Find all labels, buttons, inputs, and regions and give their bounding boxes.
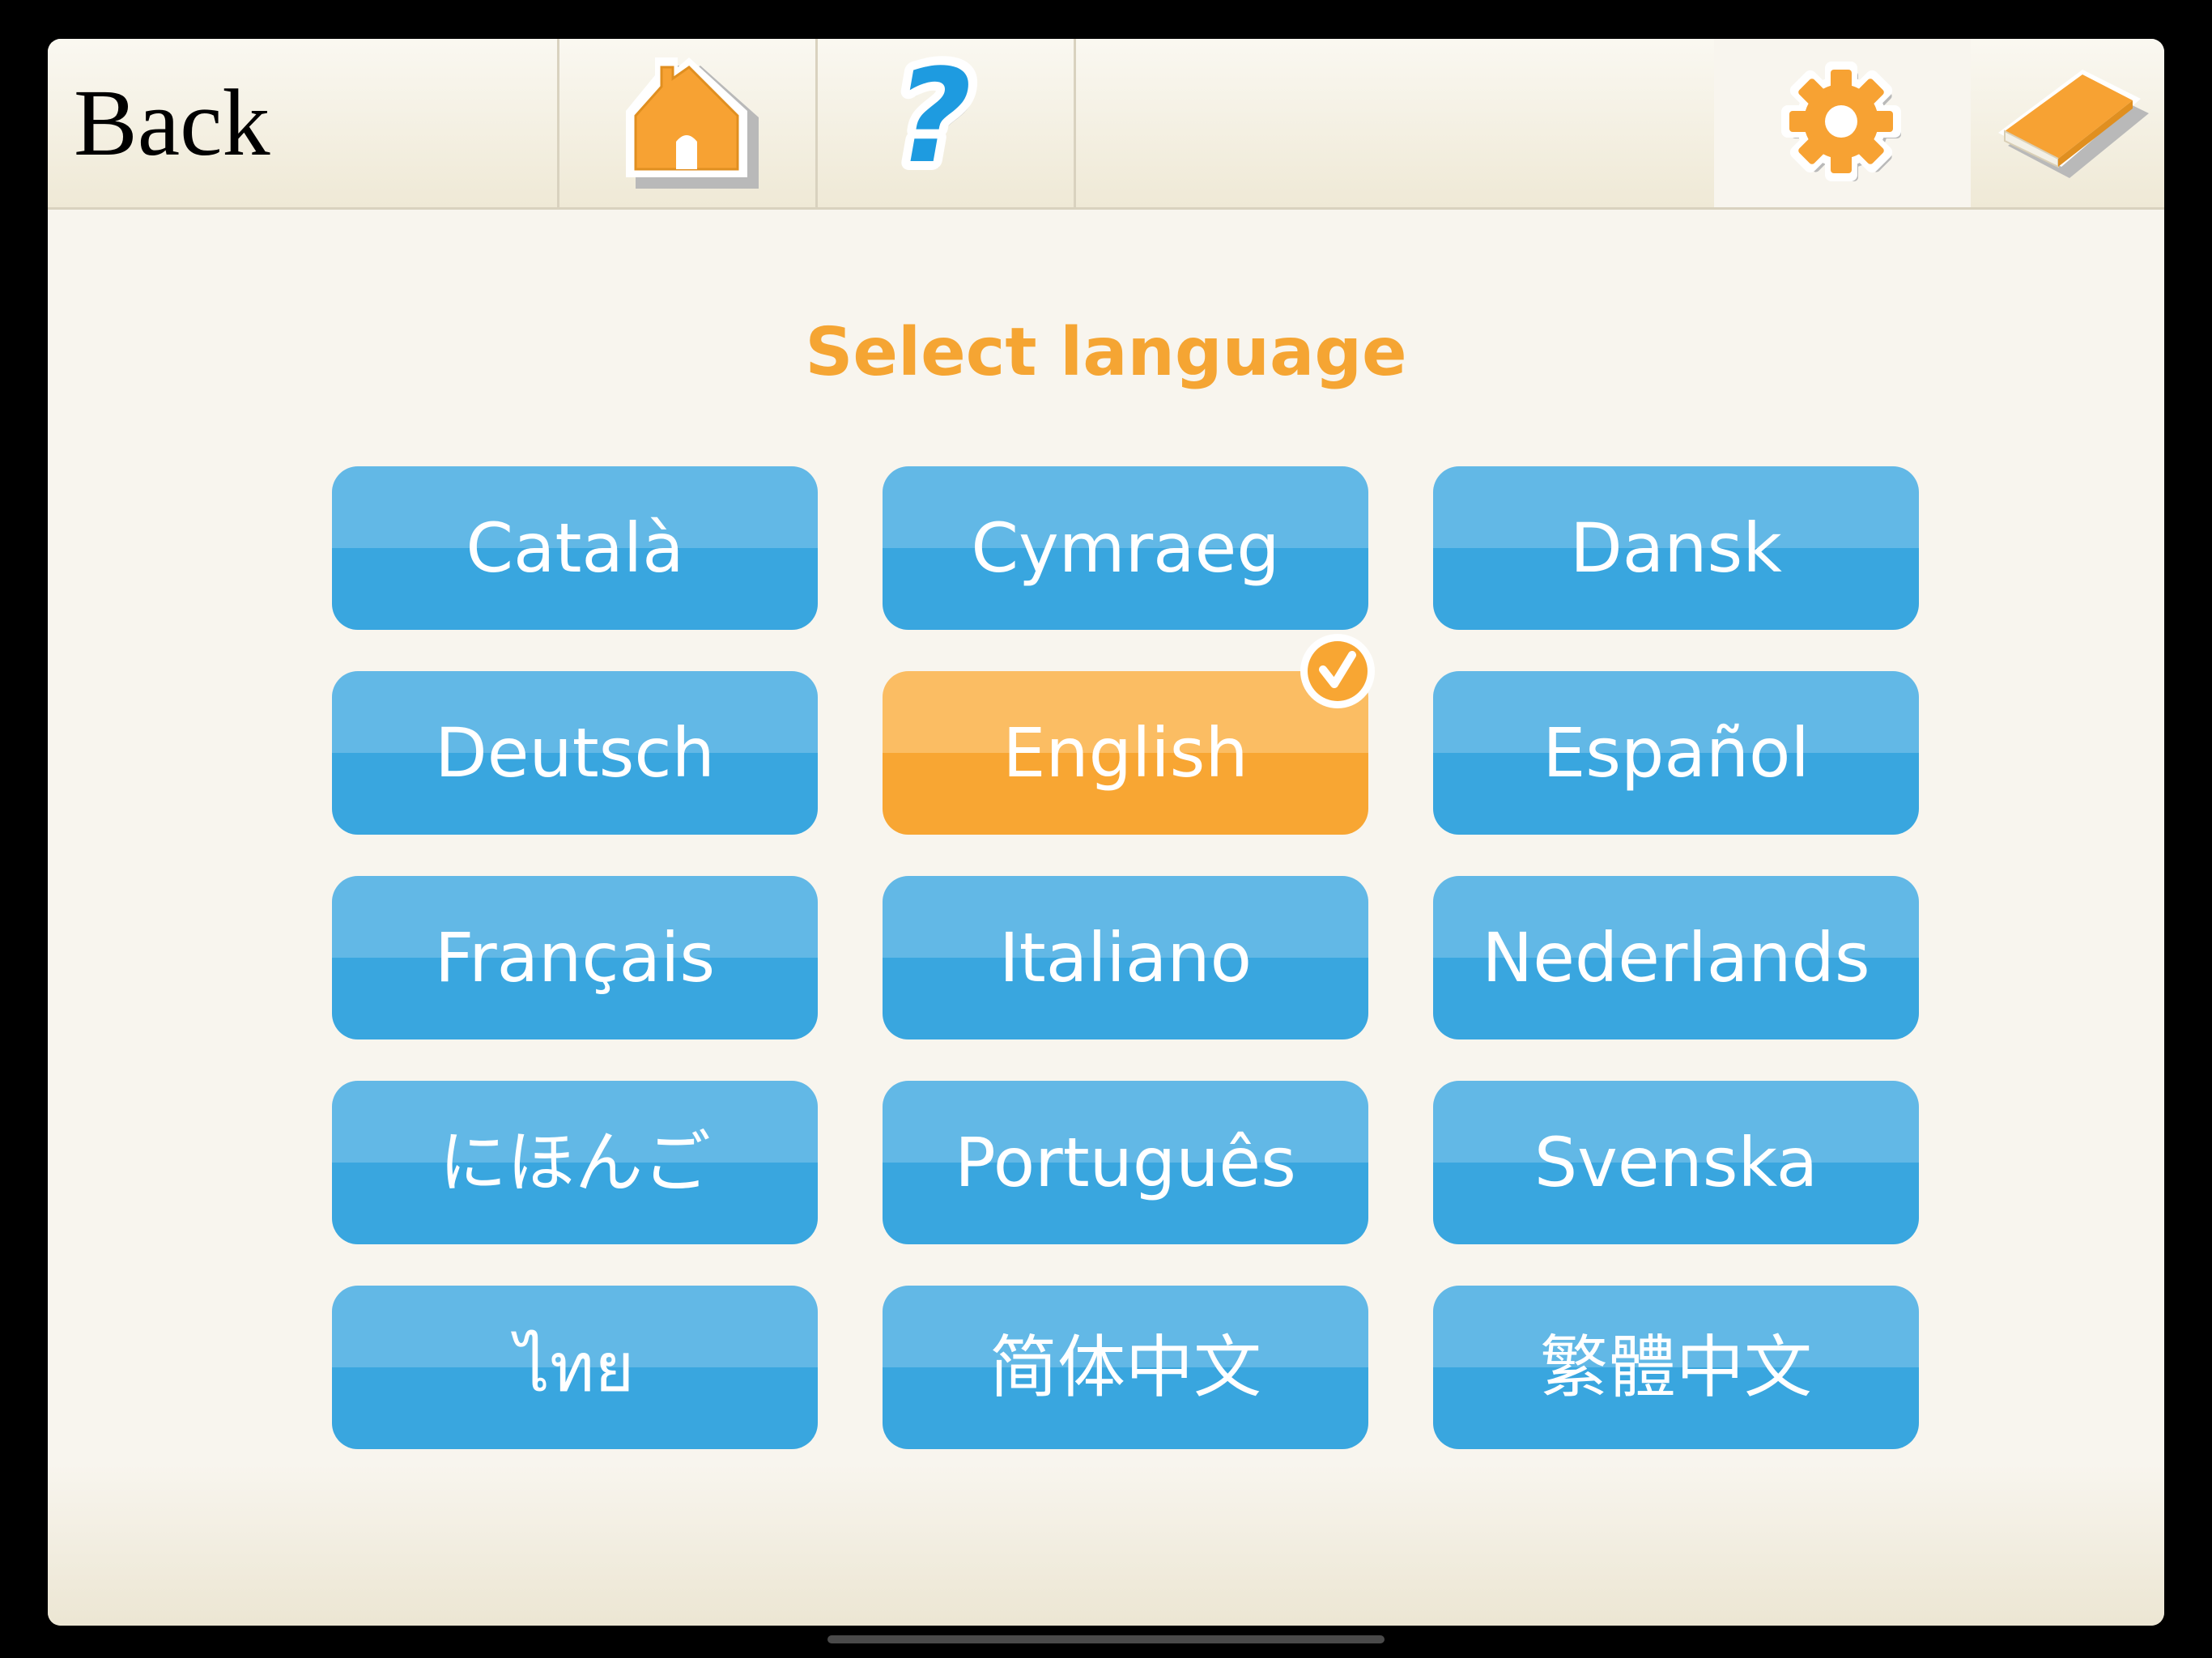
home-button[interactable] [559,39,818,207]
language-button[interactable]: Català [332,466,818,630]
language-button[interactable]: Français [332,876,818,1039]
language-button-label: Português [955,1123,1296,1202]
home-indicator[interactable] [827,1635,1385,1643]
page-title: Select language [805,314,1407,391]
language-button[interactable]: Italiano [883,876,1368,1039]
back-button-label: Back [74,70,270,176]
language-button[interactable]: Português [883,1081,1368,1244]
device-frame: Back ? ? ? Select language Català Cymrae… [0,0,2212,1658]
language-button[interactable]: Deutsch [332,671,818,835]
language-button[interactable]: 简体中文 [883,1286,1368,1449]
language-button-label: ไทย [515,1328,635,1407]
app-screen: Back ? ? ? Select language Català Cymrae… [48,39,2164,1626]
home-icon [626,57,759,189]
checkmark-icon [1300,634,1375,708]
top-toolbar: Back ? ? ? [48,39,2164,210]
bottom-shadow [48,1464,2164,1626]
book-button[interactable] [1971,39,2164,207]
language-button-label: Català [466,508,684,588]
language-button-label: Français [434,918,716,997]
svg-text:?: ? [885,54,985,192]
help-button[interactable]: ? ? ? [818,39,1076,207]
help-icon: ? ? ? [885,54,993,192]
language-grid: Català Cymraeg Dansk Deutsch English Español F… [332,466,1920,1449]
language-button-label: Deutsch [435,713,715,793]
language-button-label: English [1002,713,1249,793]
language-button[interactable]: Dansk [1433,466,1919,630]
language-button-label: Dansk [1570,508,1782,588]
book-icon [1997,70,2149,178]
language-button-label: Nederlands [1482,918,1870,997]
language-button[interactable]: English [883,634,1375,835]
back-button[interactable]: Back [48,39,559,207]
gear-icon [1780,62,1901,181]
language-button-label: Español [1542,713,1810,793]
language-button-label: にほんご [438,1123,711,1202]
language-button-label: Cymraeg [971,508,1280,588]
language-button[interactable]: 繁體中文 [1433,1286,1919,1449]
language-button[interactable]: Svenska [1433,1081,1919,1244]
language-button-label: 繁體中文 [1539,1328,1812,1407]
language-button[interactable]: ไทย [332,1286,818,1449]
language-button[interactable]: Nederlands [1433,876,1919,1039]
language-button[interactable]: Español [1433,671,1919,835]
language-button[interactable]: Cymraeg [883,466,1368,630]
settings-button[interactable] [1714,39,1971,207]
language-button-label: 简体中文 [989,1328,1261,1407]
language-button[interactable]: にほんご [332,1081,818,1244]
language-button-label: Svenska [1534,1123,1819,1202]
language-button-label: Italiano [999,918,1252,997]
